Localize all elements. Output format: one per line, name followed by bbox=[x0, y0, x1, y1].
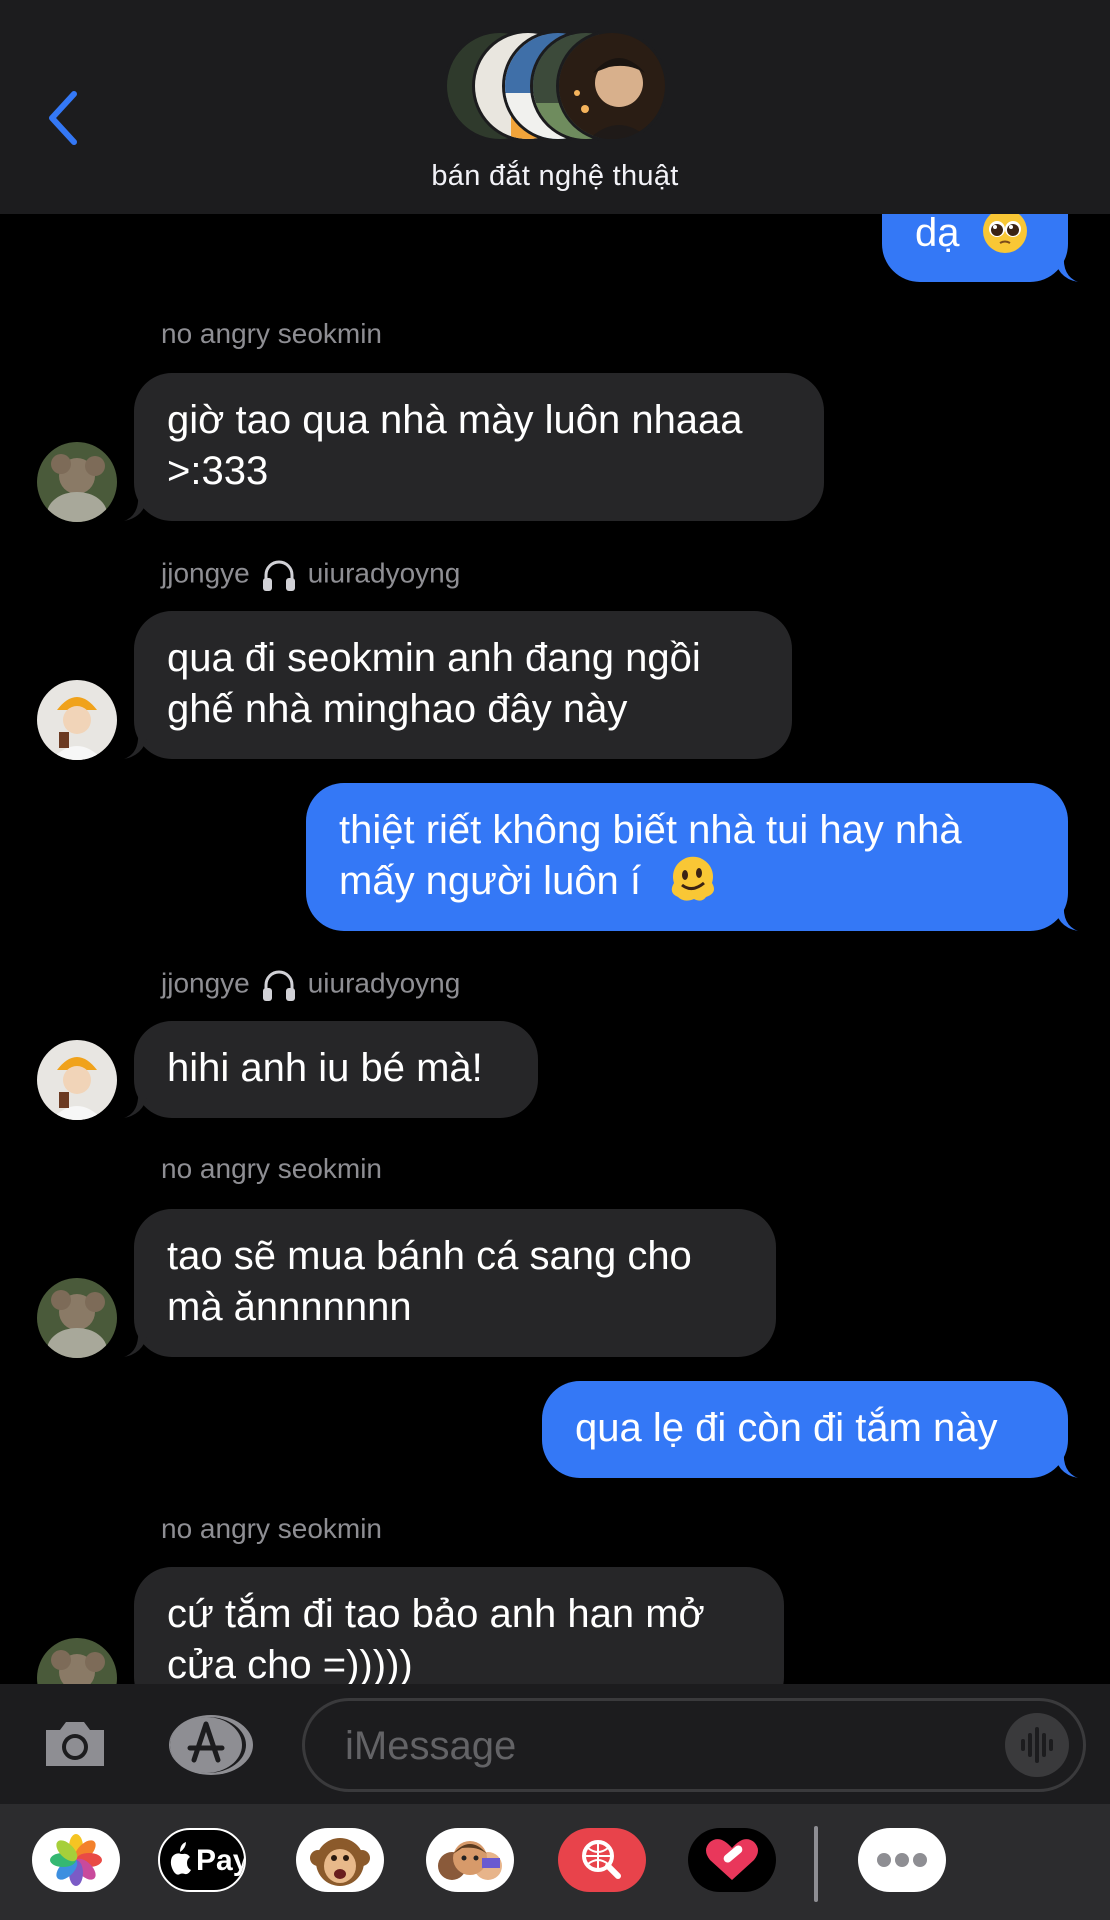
group-avatars[interactable] bbox=[444, 30, 668, 146]
message-line: >:333 bbox=[167, 449, 269, 493]
message-line: mà ănnnnnnn bbox=[167, 1285, 412, 1329]
message-line: tao sẽ mua bánh cá sang cho bbox=[167, 1234, 692, 1278]
message-line: ghế nhà minghao đây này bbox=[167, 687, 628, 731]
sender-name-2: uiuradyoyng bbox=[307, 557, 461, 589]
conversation-header: bán đắt nghệ thuật bbox=[0, 0, 1110, 214]
message-line: mấy người luôn í bbox=[339, 859, 642, 903]
audio-message-button[interactable] bbox=[1005, 1713, 1069, 1777]
apple-pay-label: Pay bbox=[196, 1844, 246, 1877]
message-text: dạ bbox=[915, 211, 960, 255]
message-text: qua lẹ đi còn đi tắm này bbox=[575, 1406, 998, 1450]
avatar[interactable] bbox=[37, 1040, 117, 1120]
animoji-icon[interactable] bbox=[296, 1828, 384, 1892]
bubble-tail bbox=[1054, 903, 1078, 931]
sender-name: jjongye uiuradyoyng bbox=[161, 966, 460, 1004]
sender-name: jjongye uiuradyoyng bbox=[161, 556, 460, 594]
group-avatar bbox=[556, 30, 668, 142]
message-bubble-incoming[interactable]: cứ tắm đi tao bảo anh han mở cửa cho =))… bbox=[134, 1567, 784, 1684]
message-bubble-incoming[interactable]: giờ tao qua nhà mày luôn nhaaa >:333 bbox=[134, 373, 824, 521]
memoji-icon[interactable] bbox=[426, 1828, 514, 1892]
message-line: thiệt riết không biết nhà tui hay nhà bbox=[339, 808, 962, 852]
avatar[interactable] bbox=[37, 1638, 117, 1684]
message-bubble-incoming[interactable]: qua đi seokmin anh đang ngồi ghế nhà min… bbox=[134, 611, 792, 759]
seokmin-avatar-image bbox=[37, 442, 117, 522]
message-composer bbox=[0, 1684, 1110, 1804]
images-search-icon[interactable] bbox=[558, 1828, 646, 1892]
message-line: cửa cho =))))) bbox=[167, 1643, 413, 1684]
photos-icon[interactable] bbox=[32, 1828, 120, 1892]
avatar[interactable] bbox=[37, 1278, 117, 1358]
bubble-tail bbox=[124, 493, 148, 521]
message-input[interactable] bbox=[343, 1719, 987, 1773]
message-text: hihi anh iu bé mà! bbox=[167, 1046, 483, 1090]
bubble-tail bbox=[124, 1090, 148, 1118]
message-line: cứ tắm đi tao bảo anh han mở bbox=[167, 1592, 705, 1636]
jjongye-avatar-image bbox=[37, 680, 117, 760]
sender-name-1: jjongye bbox=[161, 557, 250, 589]
message-bubble-outgoing[interactable]: qua lẹ đi còn đi tắm này bbox=[542, 1381, 1068, 1478]
waveform-icon bbox=[1021, 1727, 1053, 1763]
group-name[interactable]: bán đắt nghệ thuật bbox=[0, 160, 1110, 193]
message-bubble-outgoing[interactable]: thiệt riết không biết nhà tui hay nhà mấ… bbox=[306, 783, 1068, 931]
avatar[interactable] bbox=[37, 442, 117, 522]
digital-touch-icon[interactable] bbox=[688, 1828, 776, 1892]
bubble-tail bbox=[1054, 254, 1078, 282]
app-drawer: Pay bbox=[0, 1804, 1110, 1920]
sender-name-1: jjongye bbox=[161, 967, 250, 999]
drawer-divider bbox=[814, 1826, 818, 1902]
more-icon[interactable] bbox=[858, 1828, 946, 1892]
sender-name: no angry seokmin bbox=[161, 318, 383, 349]
jjongye-avatar-image bbox=[37, 1040, 117, 1120]
message-bubble-incoming[interactable]: tao sẽ mua bánh cá sang cho mà ănnnnnnn bbox=[134, 1209, 776, 1357]
sender-name-2: uiuradyoyng bbox=[307, 967, 461, 999]
headphones-icon bbox=[262, 970, 295, 1001]
app-store-icon[interactable] bbox=[168, 1714, 254, 1776]
melting-face-icon bbox=[671, 857, 715, 902]
imessage-field[interactable] bbox=[302, 1698, 1086, 1792]
message-thread[interactable]: dạ no angry seokmin giờ tao qua nhà mày … bbox=[0, 0, 1110, 1684]
message-line: giờ tao qua nhà mày luôn nhaaa bbox=[167, 398, 743, 442]
bubble-tail bbox=[124, 1329, 148, 1357]
seokmin-avatar-image bbox=[37, 1638, 117, 1684]
bubble-tail bbox=[124, 731, 148, 759]
sender-name: no angry seokmin bbox=[161, 1513, 383, 1544]
sender-name: no angry seokmin bbox=[161, 1153, 383, 1184]
seokmin-avatar-image bbox=[37, 1278, 117, 1358]
camera-icon[interactable] bbox=[42, 1716, 108, 1770]
bubble-tail bbox=[1054, 1450, 1078, 1478]
headphones-icon bbox=[262, 560, 295, 591]
message-bubble-incoming[interactable]: hihi anh iu bé mà! bbox=[134, 1021, 538, 1118]
pleading-face-icon bbox=[982, 209, 1027, 254]
chevron-left-icon[interactable] bbox=[44, 88, 84, 148]
avatar[interactable] bbox=[37, 680, 117, 760]
apple-pay-icon[interactable]: Pay bbox=[158, 1828, 246, 1892]
message-line: qua đi seokmin anh đang ngồi bbox=[167, 636, 701, 680]
